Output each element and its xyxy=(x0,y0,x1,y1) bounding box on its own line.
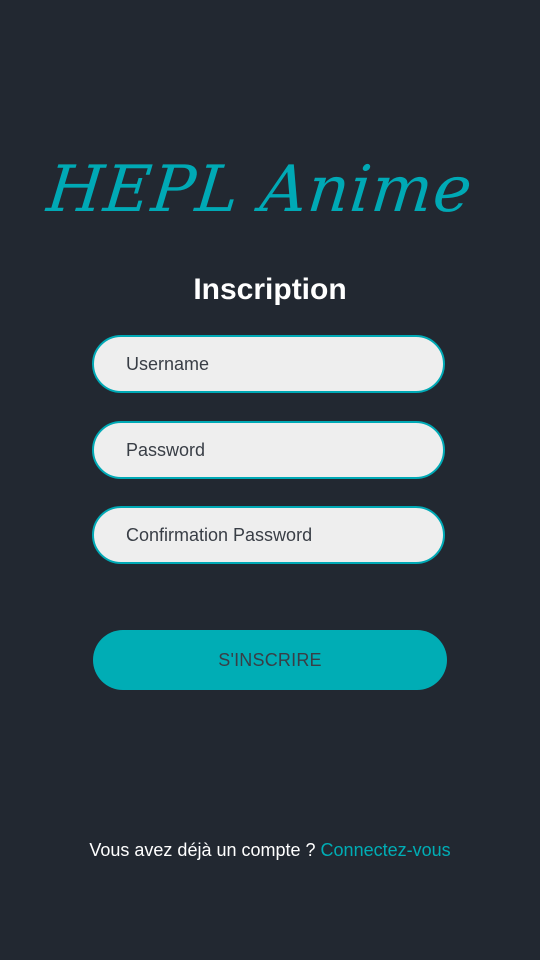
login-prompt: Vous avez déjà un compte ? Connectez-vou… xyxy=(0,838,540,862)
page-title: Inscription xyxy=(193,273,347,306)
signup-button[interactable]: S'INSCRIRE xyxy=(93,630,447,690)
app-logo: HEPL Anime xyxy=(43,153,477,227)
password-input[interactable] xyxy=(92,421,445,479)
login-prompt-text: Vous avez déjà un compte ? xyxy=(89,840,316,860)
username-input[interactable] xyxy=(92,335,445,393)
confirm-password-input[interactable] xyxy=(92,506,445,564)
login-link[interactable]: Connectez-vous xyxy=(321,840,451,860)
